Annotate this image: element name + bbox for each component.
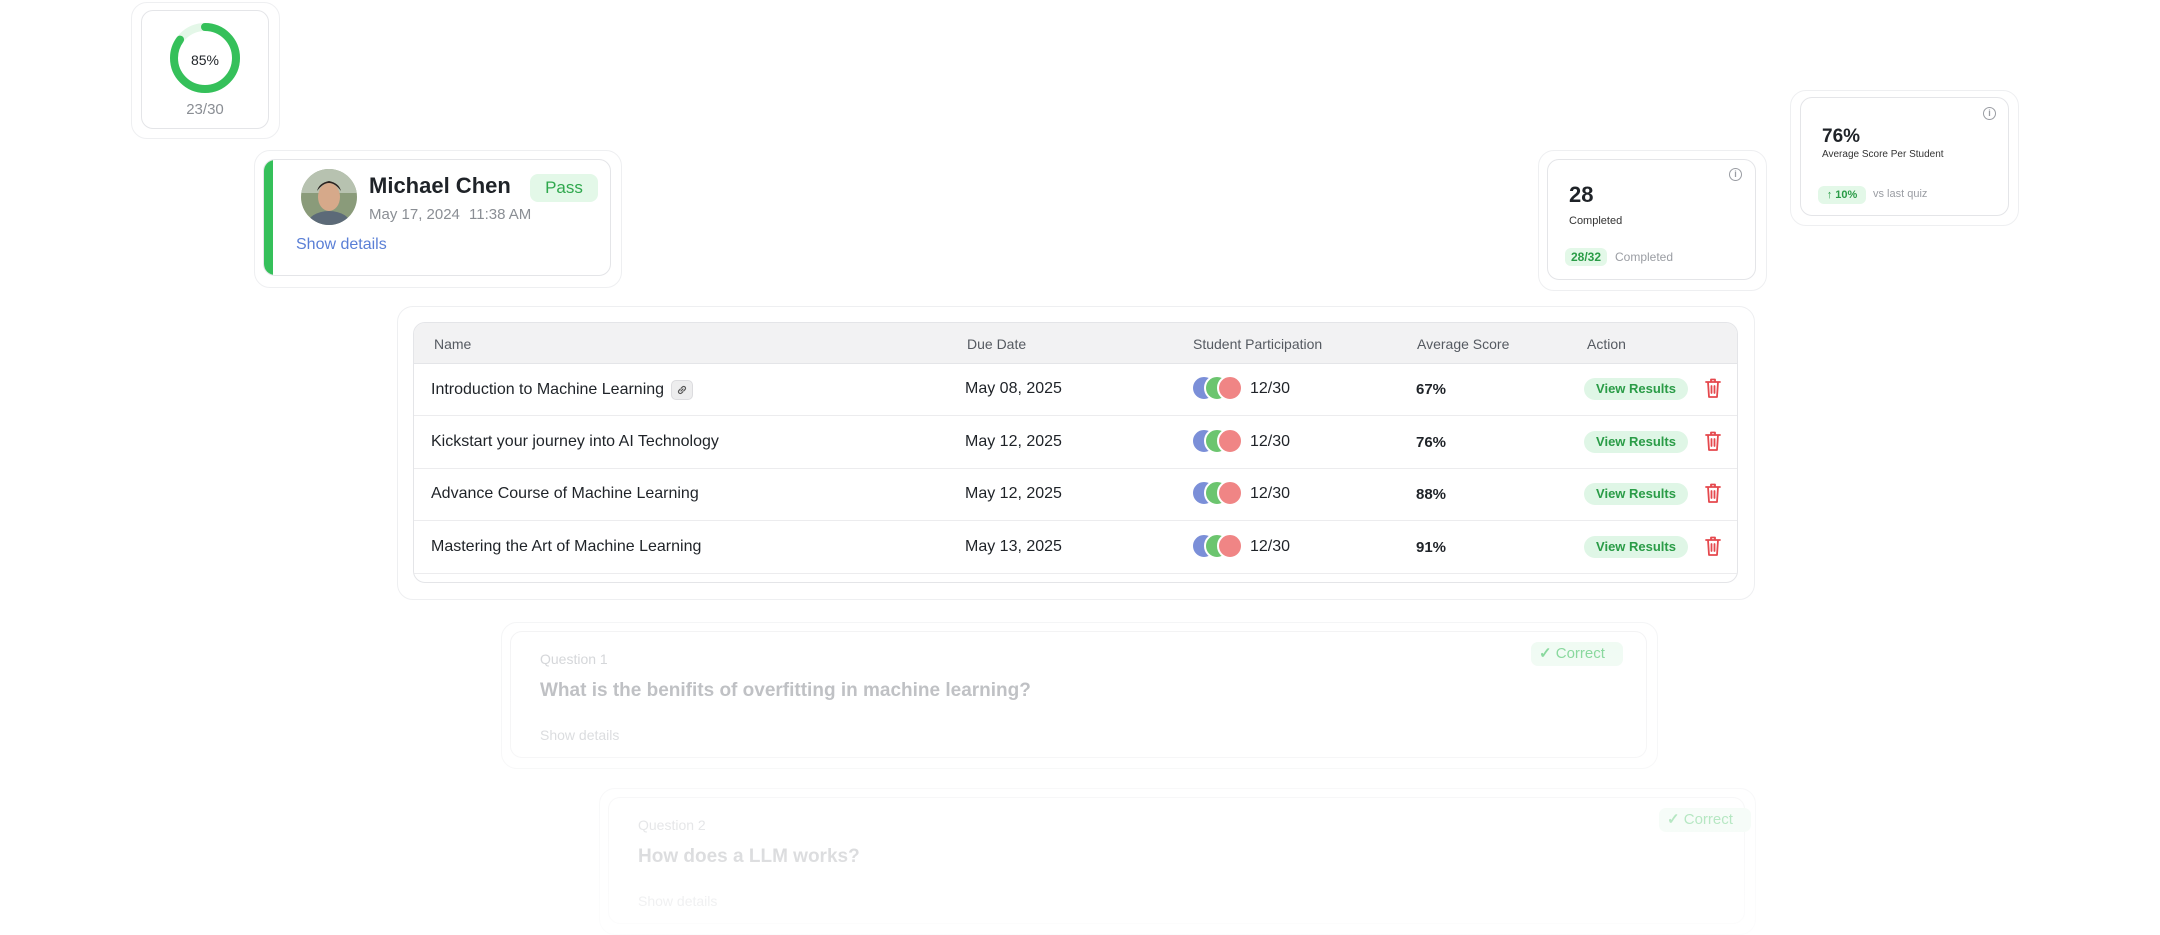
view-results-button[interactable]: View Results <box>1584 430 1688 453</box>
question-1-status-badge: ✓ Correct <box>1531 642 1623 666</box>
stat-completed-label: Completed <box>1569 215 1623 227</box>
question-2-label: Question 2 <box>638 817 706 833</box>
score-ring-percent: 85% <box>190 52 220 68</box>
stat-completed-caption: Completed <box>1615 250 1674 264</box>
stat-average-badge: ↑ 10% <box>1818 186 1866 204</box>
quiz-table: Name Due Date Student Participation Aver… <box>413 322 1738 583</box>
profile-accent-bar <box>264 160 273 275</box>
quiz-name: Advance Course of Machine Learning <box>431 485 699 502</box>
delete-icon[interactable] <box>1703 429 1723 453</box>
status-badge: Pass <box>530 174 598 202</box>
due-date: May 08, 2025 <box>965 380 1062 397</box>
header-participation[interactable]: Student Participation <box>1193 336 1322 352</box>
view-results-button[interactable]: View Results <box>1584 378 1688 400</box>
question-1-text: What is the benifits of overfitting in m… <box>540 680 1031 701</box>
header-action: Action <box>1587 336 1626 352</box>
table-row[interactable]: Mastering the Art of Machine Learning May… <box>414 521 1737 574</box>
average-score: 91% <box>1416 538 1447 556</box>
profile-card: Michael Chen Pass May 17, 2024 11:38 AM … <box>263 159 611 276</box>
score-ring-fraction: 23/30 <box>186 101 224 118</box>
view-results-button[interactable]: View Results <box>1584 535 1688 558</box>
due-date: May 12, 2025 <box>965 485 1062 502</box>
avatar <box>1217 427 1243 454</box>
delete-icon[interactable] <box>1703 534 1723 558</box>
info-icon[interactable]: i <box>1983 107 1996 120</box>
participation-count: 12/30 <box>1250 380 1291 397</box>
header-average-score[interactable]: Average Score <box>1417 336 1509 352</box>
question-2-text: How does a LLM works? <box>638 846 860 867</box>
avatar <box>1217 375 1243 401</box>
stat-average-card: 76% Average Score Per Student i ↑ 10% vs… <box>1800 97 2009 216</box>
quiz-name: Mastering the Art of Machine Learning <box>431 537 702 555</box>
average-score: 88% <box>1416 486 1447 503</box>
view-results-button[interactable]: View Results <box>1584 483 1688 505</box>
stat-completed-card: 28 Completed i 28/32 Completed <box>1547 159 1756 280</box>
arrow-up-icon: ↑ <box>1826 189 1833 201</box>
check-icon: ✓ <box>1667 811 1680 828</box>
profile-time: 11:38 AM <box>469 206 532 223</box>
avatar <box>1217 480 1243 506</box>
table-row[interactable]: Advance Course of Machine Learning May 12… <box>414 468 1737 521</box>
header-name[interactable]: Name <box>434 336 471 352</box>
profile-date: May 17, 2024 <box>369 206 460 223</box>
due-date: May 12, 2025 <box>965 432 1062 450</box>
link-icon[interactable] <box>671 380 694 400</box>
table-header: Name Due Date Student Participation Aver… <box>414 323 1737 364</box>
question-1-status: Correct <box>1555 645 1605 662</box>
stat-completed-value: 28 <box>1569 182 1594 207</box>
participation-count: 12/30 <box>1250 432 1291 450</box>
question-2-status-badge: ✓ Correct <box>1659 808 1751 832</box>
profile-name: Michael Chen <box>369 173 511 198</box>
show-details-link[interactable]: Show details <box>296 236 387 254</box>
table-row[interactable]: Introduction to Machine Learning May 08, … <box>414 363 1737 416</box>
quiz-name: Kickstart your journey into AI Technolog… <box>431 432 719 450</box>
participation-count: 12/30 <box>1250 485 1291 502</box>
question-1-label: Question 1 <box>540 651 608 667</box>
average-score: 67% <box>1416 381 1447 398</box>
participation-count: 12/30 <box>1250 537 1291 555</box>
avatar <box>1217 532 1243 559</box>
question-card-2: Question 2 How does a LLM works? Show de… <box>608 797 1751 924</box>
question-2-status: Correct <box>1683 811 1733 828</box>
question-1-details-link[interactable]: Show details <box>540 727 619 743</box>
table-row[interactable]: Kickstart your journey into AI Technolog… <box>414 416 1737 469</box>
stat-completed-badge: 28/32 <box>1565 248 1607 266</box>
due-date: May 13, 2025 <box>965 537 1062 555</box>
stat-average-value: 76% <box>1822 126 1861 147</box>
avatar <box>301 169 357 225</box>
check-icon: ✓ <box>1539 645 1552 662</box>
question-2-details-link[interactable]: Show details <box>638 893 717 909</box>
stat-average-caption: vs last quiz <box>1873 188 1928 200</box>
stat-average-label: Average Score Per Student <box>1822 149 1944 160</box>
quiz-name: Introduction to Machine Learning <box>431 380 694 400</box>
header-due-date[interactable]: Due Date <box>967 336 1026 352</box>
delete-icon[interactable] <box>1703 481 1723 505</box>
average-score: 76% <box>1416 433 1447 451</box>
info-icon[interactable]: i <box>1729 168 1742 181</box>
score-ring-card: 85% 23/30 <box>141 10 269 129</box>
delete-icon[interactable] <box>1703 376 1723 400</box>
stat-average-badge-text: 10% <box>1835 189 1858 201</box>
question-card-1: Question 1 What is the benifits of overf… <box>510 631 1647 758</box>
